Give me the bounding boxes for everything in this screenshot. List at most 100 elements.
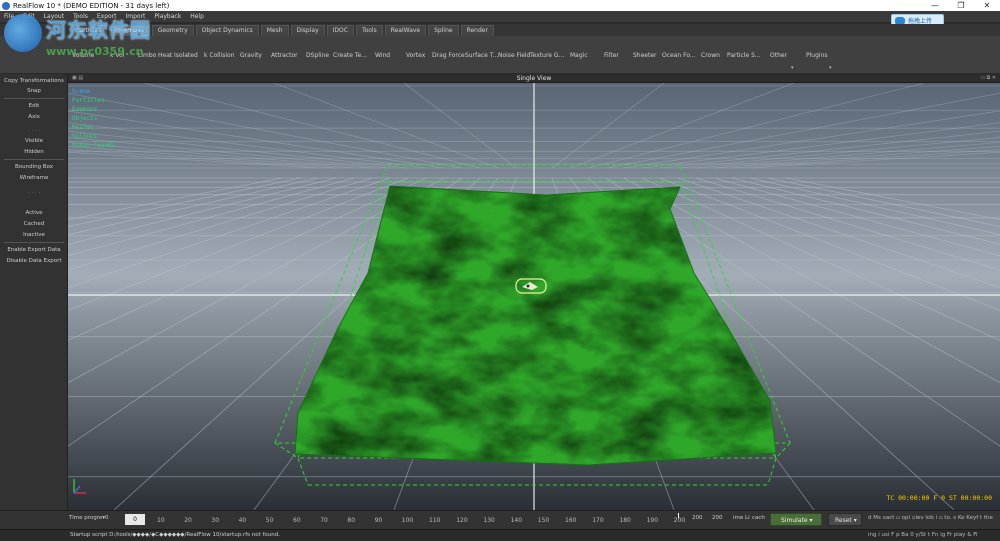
tool-filter[interactable]: Filter bbox=[604, 52, 619, 59]
watermark-icon bbox=[4, 14, 42, 52]
reset-button[interactable]: Reset ▾ bbox=[828, 513, 862, 526]
tab-spline[interactable]: Spline bbox=[428, 25, 459, 36]
tool-gravity[interactable]: Gravity bbox=[240, 52, 262, 59]
menu-playback[interactable]: Playback bbox=[154, 13, 181, 20]
tool-other[interactable]: Other bbox=[770, 52, 787, 59]
timeline-tick-label: 20 bbox=[184, 517, 192, 524]
viewport-window-icons[interactable]: ▭ ⧉ ✕ bbox=[980, 75, 996, 81]
overlay-particles[interactable]: Particles bbox=[72, 96, 115, 105]
timeline-options[interactable]: d Ms xact ▫ opl ▫lev lob i ▫ to. s Ke Ke… bbox=[868, 515, 993, 521]
tool-sheeter[interactable]: Sheeter bbox=[633, 52, 657, 59]
viewport-title: Single View bbox=[516, 75, 552, 82]
time-limit-toggle[interactable]: ime Li bbox=[733, 515, 750, 521]
tool-vortex[interactable]: Vortex bbox=[406, 52, 425, 59]
timeline-bar: Time progre▾ 0 0 10 20 30 40 50 60 70 80 90 100 11… bbox=[0, 510, 1000, 529]
timeline-tick-label: 160 bbox=[565, 517, 577, 524]
timeline-tick-label: 50 bbox=[265, 517, 274, 524]
overlay-meshes[interactable]: Meshes bbox=[72, 123, 115, 132]
tool-ocean-fo[interactable]: Ocean Fo... bbox=[662, 52, 696, 59]
cache-toggle[interactable]: cach bbox=[752, 515, 765, 521]
app-icon bbox=[2, 1, 10, 10]
timeline-tick-label: 180 bbox=[619, 517, 631, 524]
menu-help[interactable]: Help bbox=[190, 13, 204, 20]
divider bbox=[4, 159, 64, 160]
status-options[interactable]: ing i usi F p Ba 0 y/St t Fn ig Fr play … bbox=[868, 532, 978, 538]
other-dropdown-icon[interactable]: ▾ bbox=[791, 65, 794, 71]
simulate-label: Simulate bbox=[781, 517, 808, 524]
left-panel: Copy Transformations Snap Edit Axis · · … bbox=[0, 74, 68, 510]
inactive-button[interactable]: Inactive bbox=[0, 232, 68, 238]
tool-magic[interactable]: Magic bbox=[570, 52, 588, 59]
active-button[interactable]: Active bbox=[0, 210, 68, 216]
scene-node-list: Scene Particles Daemons Objects Meshes S… bbox=[72, 87, 115, 150]
timeline-tick-label: 30 bbox=[211, 517, 220, 524]
tab-tools[interactable]: Tools bbox=[355, 25, 383, 36]
axis-button[interactable]: Axis bbox=[0, 114, 68, 120]
timeline-start[interactable]: 0 bbox=[105, 515, 109, 521]
tab-mesh[interactable]: Mesh bbox=[260, 25, 289, 36]
tool-heat[interactable]: Heat bbox=[158, 52, 172, 59]
visible-button[interactable]: Visible bbox=[0, 138, 68, 144]
bounding-box-button[interactable]: Bounding Box bbox=[0, 164, 68, 170]
tool-surface-t[interactable]: Surface T... bbox=[465, 52, 498, 59]
realflow-window: RealFlow 10 * (DEMO EDITION - 31 days le… bbox=[0, 0, 1000, 541]
timeline-tick-label: 70 bbox=[320, 517, 328, 524]
tab-idoc[interactable]: IDOC bbox=[326, 25, 354, 36]
tool-drag-force[interactable]: Drag Force bbox=[432, 52, 465, 59]
cached-button[interactable]: Cached bbox=[0, 221, 68, 227]
timeline-cursor[interactable] bbox=[678, 513, 679, 518]
separator-dots: · · · · bbox=[27, 190, 41, 196]
simulate-button[interactable]: Simulate ▾ bbox=[770, 513, 822, 526]
tool-create-te[interactable]: Create Te... bbox=[333, 52, 367, 59]
tab-geometry[interactable]: Geometry bbox=[151, 25, 194, 36]
tool-plugins[interactable]: Plugins bbox=[806, 52, 828, 59]
tab-realwave[interactable]: RealWave bbox=[384, 25, 427, 36]
tab-object-dynamics[interactable]: Object Dynamics bbox=[195, 25, 259, 36]
overlay-objects[interactable]: Objects bbox=[72, 114, 115, 123]
maximize-button[interactable]: ❐ bbox=[948, 0, 974, 11]
end-frame-a[interactable]: 200 bbox=[692, 515, 703, 521]
watermark-url: www.pc0359.cn bbox=[46, 45, 144, 58]
overlay-scene[interactable]: Scene bbox=[72, 87, 115, 96]
title-bar: RealFlow 10 * (DEMO EDITION - 31 days le… bbox=[0, 0, 1000, 11]
wireframe-button[interactable]: Wireframe bbox=[0, 175, 68, 181]
viewport-header: ▣ ▤ Single View ▭ ⧉ ✕ bbox=[68, 74, 1000, 83]
close-button[interactable]: ✕ bbox=[974, 0, 1000, 11]
snap-button[interactable]: Snap bbox=[0, 88, 68, 94]
3d-viewport[interactable]: Scene Particles Daemons Objects Meshes S… bbox=[68, 83, 1000, 510]
timeline-tick-label: 10 bbox=[157, 517, 165, 524]
tool-dspline[interactable]: DSpline bbox=[306, 52, 329, 59]
tool-crown[interactable]: Crown bbox=[701, 52, 720, 59]
overlay-splines[interactable]: Splines bbox=[72, 132, 115, 141]
timeline-tick-label: 140 bbox=[510, 517, 523, 524]
timeline-tick-label: 80 bbox=[347, 517, 356, 524]
tool-texture-g[interactable]: Texture G... bbox=[530, 52, 564, 59]
timeline-tick-label: 40 bbox=[238, 517, 247, 524]
status-bar: Startup script D:/tools/◆◆◆◆/◆C◆◆◆◆◆◆/Re… bbox=[0, 529, 1000, 541]
end-frame-b[interactable]: 200 bbox=[712, 515, 723, 521]
overlay-daemons[interactable]: Daemons bbox=[72, 105, 115, 114]
overlay-ocean-foam[interactable]: Ocean_Foam01 bbox=[72, 141, 115, 150]
time-mode-select[interactable]: Time progre▾ bbox=[69, 515, 105, 521]
enable-export-data-button[interactable]: Enable Export Data bbox=[0, 247, 68, 253]
timeline-tick-label: 90 bbox=[374, 517, 383, 524]
hidden-button[interactable]: Hidden bbox=[0, 149, 68, 155]
chevron-down-icon: ▾ bbox=[853, 517, 857, 524]
tool-isolated[interactable]: Isolated bbox=[174, 52, 198, 59]
tool-particle-s[interactable]: Particle S... bbox=[727, 52, 761, 59]
separator-dots: · · · · bbox=[27, 128, 41, 134]
tool-attractor[interactable]: Attractor bbox=[271, 52, 298, 59]
tool-wind[interactable]: Wind bbox=[375, 52, 390, 59]
edit-button[interactable]: Edit bbox=[0, 103, 68, 109]
current-frame-field[interactable]: 0 bbox=[125, 514, 145, 525]
status-message: Startup script D:/tools/◆◆◆◆/◆C◆◆◆◆◆◆/Re… bbox=[70, 532, 281, 538]
minimize-button[interactable]: — bbox=[922, 0, 948, 11]
disable-data-export-button[interactable]: Disable Data Export bbox=[0, 258, 68, 264]
plugins-dropdown-icon[interactable]: ▾ bbox=[829, 65, 832, 71]
tab-display[interactable]: Display bbox=[290, 25, 325, 36]
viewport-scene bbox=[68, 83, 1000, 510]
tool-noise-field[interactable]: Noise Field bbox=[498, 52, 530, 59]
tab-render[interactable]: Render bbox=[460, 25, 494, 36]
copy-transformations-button[interactable]: Copy Transformations bbox=[0, 78, 68, 84]
tool-k-collision[interactable]: k Collision bbox=[204, 52, 235, 59]
